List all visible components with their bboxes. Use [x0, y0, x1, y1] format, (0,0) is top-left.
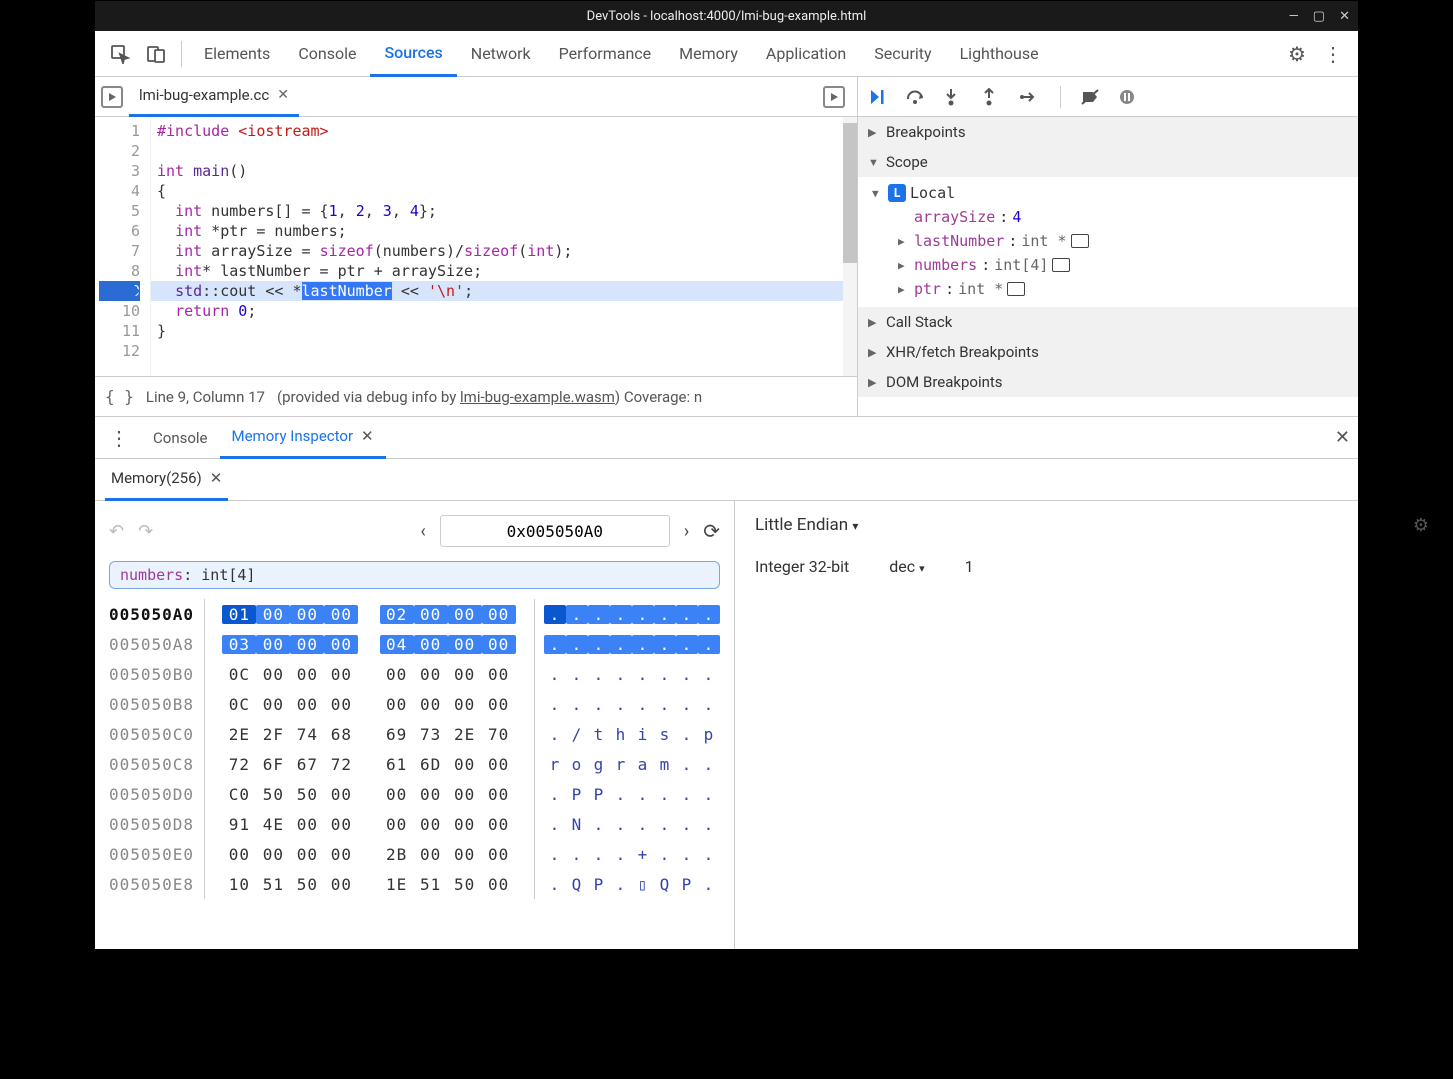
- inspect-element-icon[interactable]: [103, 37, 137, 71]
- main-tab-sources[interactable]: Sources: [370, 31, 456, 77]
- highlight-pill[interactable]: numbers: int[4]: [109, 561, 720, 589]
- inspected-value: 1: [965, 557, 974, 576]
- window-close-button[interactable]: ✕: [1339, 9, 1350, 24]
- pause-on-exceptions-icon[interactable]: [1119, 89, 1139, 105]
- editor-statusbar: { } Line 9, Column 17 (provided via debu…: [95, 376, 857, 416]
- drawer-tab-memory-inspector[interactable]: Memory Inspector✕: [220, 417, 386, 459]
- main-tab-network[interactable]: Network: [457, 31, 545, 77]
- deactivate-breakpoints-icon[interactable]: [1081, 89, 1101, 105]
- main-tab-application[interactable]: Application: [752, 31, 860, 77]
- step-into-icon[interactable]: [944, 88, 964, 106]
- drawer-more-icon[interactable]: ⋮: [103, 426, 135, 450]
- drawer-tabstrip: ⋮ ConsoleMemory Inspector✕ ✕: [95, 417, 1358, 459]
- accordion-dom-breakpoints[interactable]: ▶DOM Breakpoints: [858, 367, 1358, 397]
- main-tab-lighthouse[interactable]: Lighthouse: [946, 31, 1053, 77]
- refresh-icon[interactable]: ⟳: [703, 519, 720, 543]
- device-toolbar-icon[interactable]: [139, 37, 173, 71]
- window-maximize-button[interactable]: ▢: [1313, 9, 1325, 24]
- source-file-tab[interactable]: lmi-bug-example.cc ✕: [129, 77, 299, 117]
- scope-var-arraySize[interactable]: arraySize: 4: [872, 205, 1358, 229]
- debugger-toolbar: [858, 77, 1358, 117]
- main-tab-memory[interactable]: Memory: [665, 31, 752, 77]
- navigator-toggle-icon[interactable]: [101, 86, 123, 108]
- main-tab-security[interactable]: Security: [860, 31, 945, 77]
- value-type-label: Integer 32-bit: [755, 557, 849, 576]
- cursor-position: Line 9, Column 17: [146, 388, 265, 406]
- scope-var-lastNumber[interactable]: ▶lastNumber: int *: [872, 229, 1358, 253]
- accordion-scope[interactable]: ▼Scope: [858, 147, 1358, 177]
- file-tab-name: lmi-bug-example.cc: [139, 86, 269, 104]
- history-fwd-icon[interactable]: ↷: [138, 521, 153, 542]
- scope-var-ptr[interactable]: ▶ptr: int *: [872, 277, 1358, 301]
- editor-scrollbar[interactable]: [843, 117, 857, 376]
- value-settings-icon[interactable]: ⚙: [1413, 515, 1429, 536]
- main-tab-console[interactable]: Console: [284, 31, 370, 77]
- memory-address-input[interactable]: [440, 515, 670, 547]
- reveal-in-memory-icon[interactable]: [1052, 258, 1070, 272]
- reveal-in-memory-icon[interactable]: [1071, 234, 1089, 248]
- close-memory-tab-icon[interactable]: ✕: [210, 469, 223, 487]
- more-menu-icon[interactable]: ⋮: [1316, 37, 1350, 71]
- close-drawer-tab-icon[interactable]: ✕: [361, 427, 374, 445]
- wasm-source-link[interactable]: lmi-bug-example.wasm: [460, 388, 615, 406]
- settings-gear-icon[interactable]: ⚙: [1280, 37, 1314, 71]
- endianness-select[interactable]: Little Endian ▾: [755, 515, 858, 535]
- value-repr-select[interactable]: dec ▾: [889, 557, 924, 576]
- window-titlebar: DevTools - localhost:4000/lmi-bug-exampl…: [95, 1, 1358, 31]
- main-tabstrip: ElementsConsoleSourcesNetworkPerformance…: [95, 31, 1358, 77]
- resume-icon[interactable]: [868, 88, 888, 106]
- pretty-print-icon[interactable]: { }: [105, 387, 134, 406]
- step-over-icon[interactable]: [906, 89, 926, 105]
- scope-var-numbers[interactable]: ▶numbers: int[4]: [872, 253, 1358, 277]
- main-tab-performance[interactable]: Performance: [545, 31, 666, 77]
- accordion-call-stack[interactable]: ▶Call Stack: [858, 307, 1358, 337]
- accordion-xhr-fetch-breakpoints[interactable]: ▶XHR/fetch Breakpoints: [858, 337, 1358, 367]
- drawer-tab-console[interactable]: Console: [141, 417, 220, 459]
- memory-buffer-tab[interactable]: Memory(256) ✕: [105, 459, 228, 501]
- window-minimize-button[interactable]: —: [1289, 9, 1299, 24]
- step-out-icon[interactable]: [982, 88, 1002, 106]
- page-prev-icon[interactable]: ‹: [420, 521, 425, 542]
- accordion-breakpoints[interactable]: ▶Breakpoints: [858, 117, 1358, 147]
- page-next-icon[interactable]: ›: [684, 521, 689, 542]
- hex-viewer[interactable]: 005050A00100000002000000........005050A8…: [109, 599, 720, 899]
- window-title: DevTools - localhost:4000/lmi-bug-exampl…: [587, 9, 867, 24]
- step-icon[interactable]: [1020, 90, 1040, 104]
- drawer-close-icon[interactable]: ✕: [1335, 427, 1350, 448]
- close-file-icon[interactable]: ✕: [277, 87, 289, 103]
- history-back-icon[interactable]: ↶: [109, 521, 124, 542]
- main-tab-elements[interactable]: Elements: [190, 31, 284, 77]
- reveal-in-memory-icon[interactable]: [1007, 282, 1025, 296]
- code-editor[interactable]: 123456789101112 #include <iostream>int m…: [95, 117, 857, 376]
- run-snippet-icon[interactable]: [823, 86, 845, 108]
